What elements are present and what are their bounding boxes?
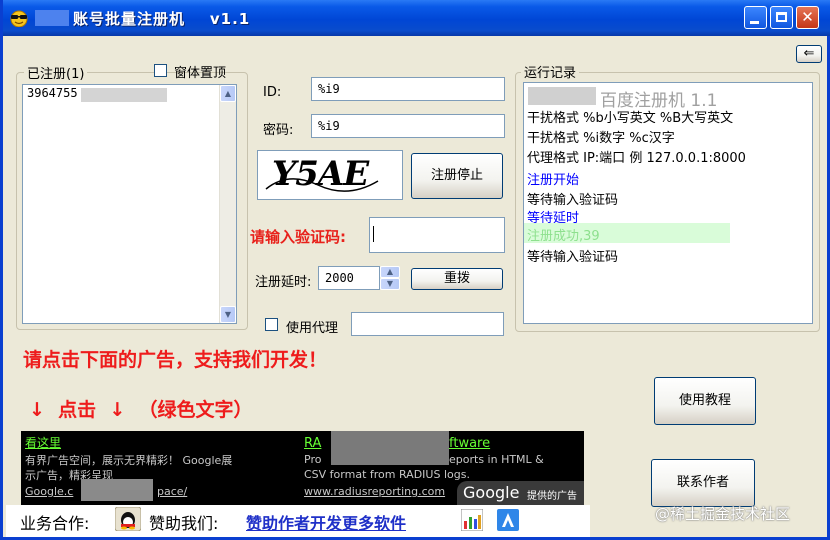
arrow-left-icon: ⇐ [803, 46, 815, 61]
promo-subline: ↓ 点击 ↓ （绿色文字） [29, 399, 253, 421]
proxy-label: 使用代理 [286, 321, 339, 336]
ad-left-url[interactable]: Google.c [25, 485, 73, 498]
ad-right-title-tail[interactable]: ftware [449, 436, 490, 451]
contact-author-button[interactable]: 联系作者 [651, 459, 755, 507]
watermark: @稀土掘金技术社区 [655, 505, 791, 523]
app-store-icon[interactable] [497, 509, 519, 531]
maximize-button[interactable] [770, 6, 793, 29]
minimize-button[interactable] [744, 6, 767, 29]
delay-input[interactable]: 2000 [318, 266, 380, 290]
sponsor-link[interactable]: 赞助作者开发更多软件 [246, 510, 406, 534]
ad-right-body-tail: eports in HTML & [449, 453, 544, 466]
password-input[interactable]: %i9 [311, 114, 505, 138]
ad-left-title[interactable]: 看这里 [25, 434, 61, 451]
ad-right-body: Pro [304, 453, 322, 466]
redaction-block [81, 479, 153, 501]
cnzz-stats-icon[interactable] [461, 509, 483, 531]
log-line: 干扰格式 %b小写英文 %B大写英文 [527, 111, 734, 126]
log-line: 注册成功,39 [527, 229, 600, 244]
spin-up-icon[interactable]: ▲ [380, 266, 400, 278]
close-icon: ✕ [801, 8, 814, 26]
captcha-prompt: 请输入验证码: [250, 228, 346, 246]
reset-button[interactable]: 重拨 [411, 268, 503, 290]
google-badge-text: 提供的广告 [527, 491, 577, 502]
maximize-icon [776, 12, 787, 22]
registered-list[interactable]: 3964755 ▲ ▼ [22, 84, 237, 324]
ad-right-url[interactable]: www.radiusreporting.com [304, 485, 445, 498]
close-button[interactable]: ✕ [796, 6, 819, 29]
window-title: 账号批量注册机 v1.1 [73, 10, 251, 28]
ad-left-url-tail[interactable]: pace/ [157, 485, 187, 498]
password-label: 密码: [263, 123, 294, 138]
log-line: 代理格式 IP:端口 例 127.0.0.1:8000 [527, 151, 746, 166]
topmost-label: 窗体置顶 [174, 66, 227, 81]
tutorial-button[interactable]: 使用教程 [654, 377, 756, 425]
minimize-icon [750, 21, 759, 24]
log-line: 等待输入验证码 [527, 193, 619, 208]
sponsor-label: 赞助我们: [149, 514, 219, 533]
id-input[interactable]: %i9 [311, 77, 505, 101]
captcha-image[interactable]: Y5AE [257, 150, 403, 200]
proxy-checkbox[interactable] [265, 318, 278, 331]
registered-item[interactable]: 3964755 [27, 86, 78, 100]
topmost-checkbox[interactable] [154, 64, 167, 77]
ad-right-body: CSV format from RADIUS logs. [304, 468, 470, 481]
redaction-block [331, 431, 449, 465]
ad-banner[interactable]: 看这里 有界广告空间，展示无界精彩！ Google展 示广告，精彩呈现 Goog… [21, 431, 584, 505]
ad-right-title[interactable]: RA [304, 436, 321, 451]
google-logo: Google [463, 483, 520, 502]
register-stop-button[interactable]: 注册停止 [411, 153, 503, 199]
captcha-input[interactable] [369, 217, 505, 253]
redaction-block [81, 88, 167, 102]
google-ad-badge[interactable]: Google 提供的广告 [457, 481, 584, 505]
collapse-button[interactable]: ⇐ [796, 45, 822, 63]
spin-down-icon[interactable]: ▼ [380, 278, 400, 290]
scroll-down-icon[interactable]: ▼ [220, 306, 236, 323]
id-label: ID: [263, 85, 282, 100]
proxy-input[interactable] [351, 312, 504, 336]
title-redaction [35, 10, 69, 26]
log-panel[interactable]: 百度注册机 1.1 干扰格式 %b小写英文 %B大写英文 干扰格式 %i数字 %… [523, 82, 813, 324]
log-group-label: 运行记录 [521, 62, 580, 81]
footer-bar: 业务合作: 赞助我们: 赞助作者开发更多软件 [6, 505, 590, 537]
log-line: 注册开始 [527, 173, 580, 188]
title-bar[interactable]: 账号批量注册机 v1.1 ✕ [3, 0, 830, 36]
qq-penguin-icon[interactable] [115, 507, 141, 531]
ad-left-body: 有界广告空间，展示无界精彩！ Google展 [25, 454, 233, 467]
scroll-up-icon[interactable]: ▲ [220, 85, 236, 102]
app-window: 账号批量注册机 v1.1 ✕ 已注册(1) 窗体置顶 3964755 ▲ ▼ I… [0, 0, 830, 540]
log-line: 等待输入验证码 [527, 250, 619, 265]
app-sunglasses-icon [10, 10, 28, 27]
business-label: 业务合作: [20, 514, 90, 533]
delay-label: 注册延时: [255, 275, 312, 290]
registered-group-label: 已注册(1) [24, 63, 88, 82]
promo-headline: 请点击下面的广告，支持我们开发！ [23, 349, 328, 371]
captcha-text: Y5AE [272, 154, 369, 194]
registered-list-scrollbar[interactable]: ▲ ▼ [219, 85, 236, 323]
delay-spinner[interactable]: ▲ ▼ [380, 266, 400, 290]
redaction-block [528, 87, 596, 105]
log-line: 干扰格式 %i数字 %c汉字 [527, 131, 675, 146]
text-cursor [373, 226, 374, 242]
